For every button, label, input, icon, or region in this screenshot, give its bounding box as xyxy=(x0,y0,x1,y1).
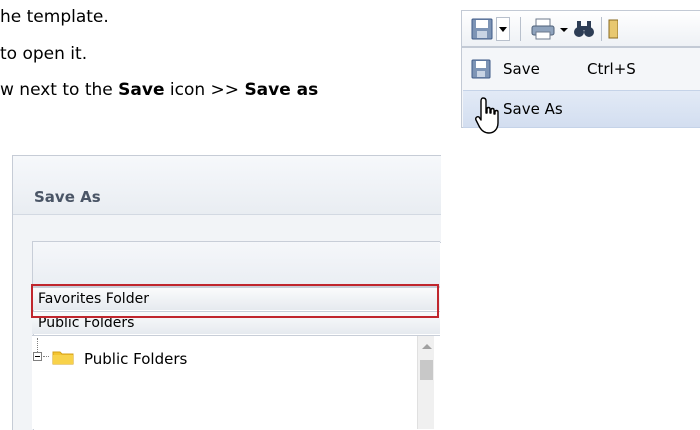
toolbar-separator-2 xyxy=(601,17,602,41)
tree-item-public-folders[interactable]: Public Folders xyxy=(84,350,187,368)
save-icon[interactable] xyxy=(470,17,494,41)
hand-cursor-icon xyxy=(475,97,499,134)
dialog-title: Save As xyxy=(34,188,101,206)
toolbar-separator xyxy=(520,17,521,41)
menu-item-save[interactable]: Save Ctrl+S xyxy=(463,51,700,87)
print-dropdown-icon[interactable] xyxy=(559,17,569,41)
binoculars-icon[interactable] xyxy=(573,17,595,41)
tree-line xyxy=(37,338,39,352)
folder-panel: Favorites Folder Public Folders Public F… xyxy=(32,241,440,429)
instruction-line-2: to open it. xyxy=(0,44,88,64)
toolbar xyxy=(461,10,700,47)
folder-tree: Public Folders xyxy=(32,335,440,429)
menu-item-save-label: Save xyxy=(503,60,540,78)
collapse-icon[interactable] xyxy=(33,352,42,361)
print-icon[interactable] xyxy=(530,17,556,41)
menu-item-save-as-label: Save As xyxy=(503,100,563,118)
scroll-up-icon[interactable] xyxy=(422,344,432,349)
save-dropdown-button[interactable] xyxy=(496,17,510,41)
dialog-header: Save As xyxy=(13,156,441,215)
folder-icon xyxy=(52,351,74,365)
scroll-thumb[interactable] xyxy=(420,360,433,380)
instruction-line-3: w next to the Save icon >> Save as xyxy=(0,80,319,100)
document-icon[interactable] xyxy=(608,17,618,41)
instruction-line-1: he template. xyxy=(0,7,109,27)
vertical-scrollbar[interactable] xyxy=(417,336,434,429)
menu-item-save-shortcut: Ctrl+S xyxy=(587,60,636,78)
tree-connector xyxy=(43,356,49,357)
panel-header xyxy=(32,241,440,287)
dropdown-arrow-icon xyxy=(499,27,507,32)
save-icon xyxy=(471,59,491,79)
favorites-folder-highlight xyxy=(31,284,439,318)
